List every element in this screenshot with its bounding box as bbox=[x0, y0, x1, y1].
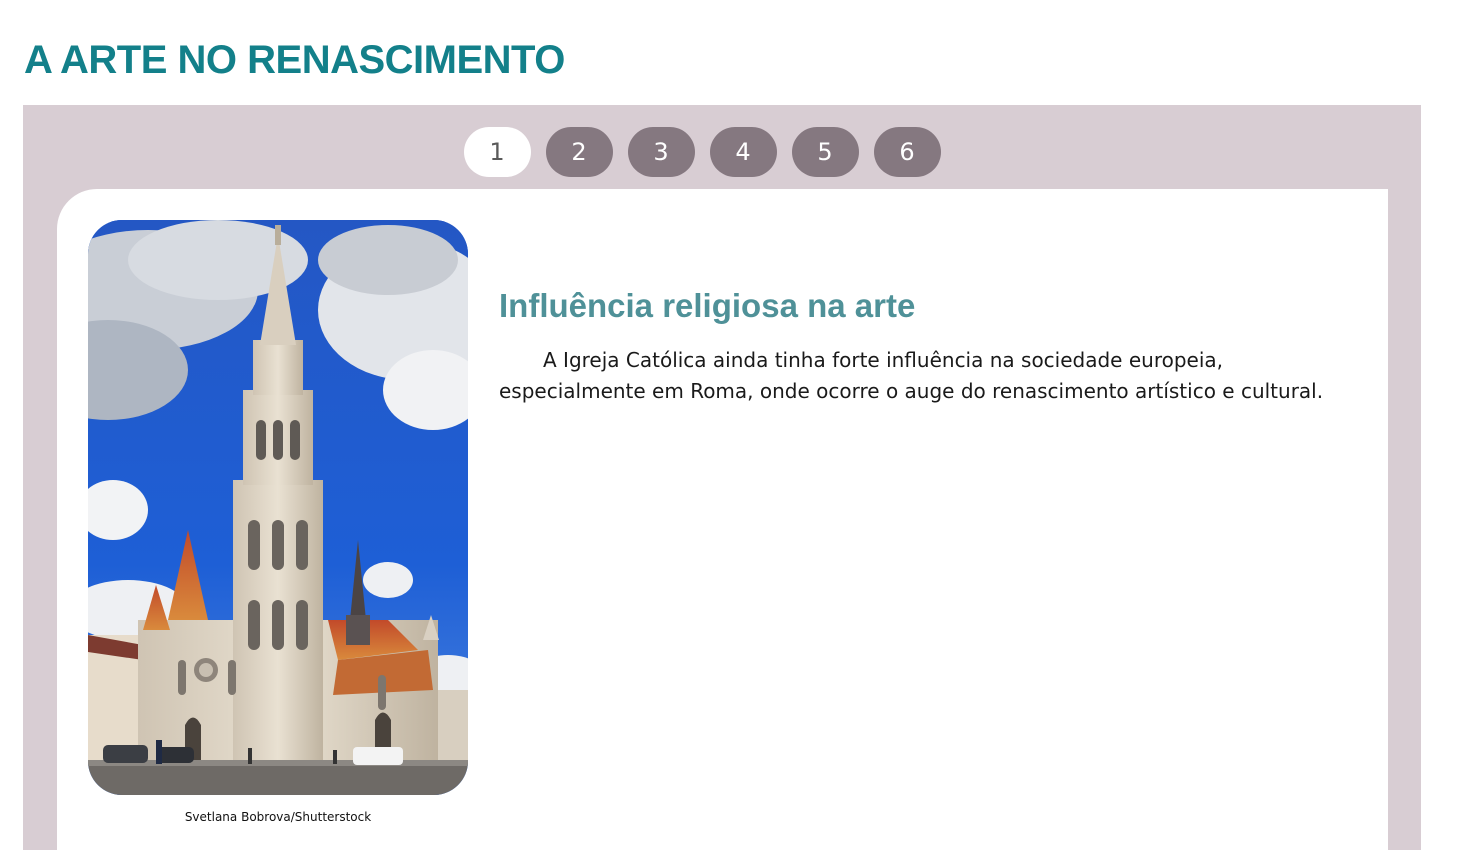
page-title: A ARTE NO RENASCIMENTO bbox=[24, 38, 565, 82]
tab-slide-1[interactable]: 1 bbox=[463, 127, 531, 177]
tab-slide-4[interactable]: 4 bbox=[709, 127, 777, 177]
tab-slide-2[interactable]: 2 bbox=[545, 127, 613, 177]
tab-slide-3[interactable]: 3 bbox=[627, 127, 695, 177]
tab-slide-6[interactable]: 6 bbox=[873, 127, 941, 177]
slide-tabs: 1 2 3 4 5 6 bbox=[3, 127, 1401, 177]
carousel-panel: 1 2 3 4 5 6 Svetlana Bobrova/Shutterstoc… bbox=[23, 105, 1421, 850]
slide-card: Svetlana Bobrova/Shutterstock Influência… bbox=[57, 189, 1388, 850]
body-paragraph: A Igreja Católica ainda tinha forte infl… bbox=[499, 348, 1324, 403]
section-heading: Influência religiosa na arte bbox=[499, 287, 916, 324]
church-photo bbox=[88, 220, 468, 795]
image-credit: Svetlana Bobrova/Shutterstock bbox=[184, 810, 372, 824]
tab-slide-5[interactable]: 5 bbox=[791, 127, 859, 177]
